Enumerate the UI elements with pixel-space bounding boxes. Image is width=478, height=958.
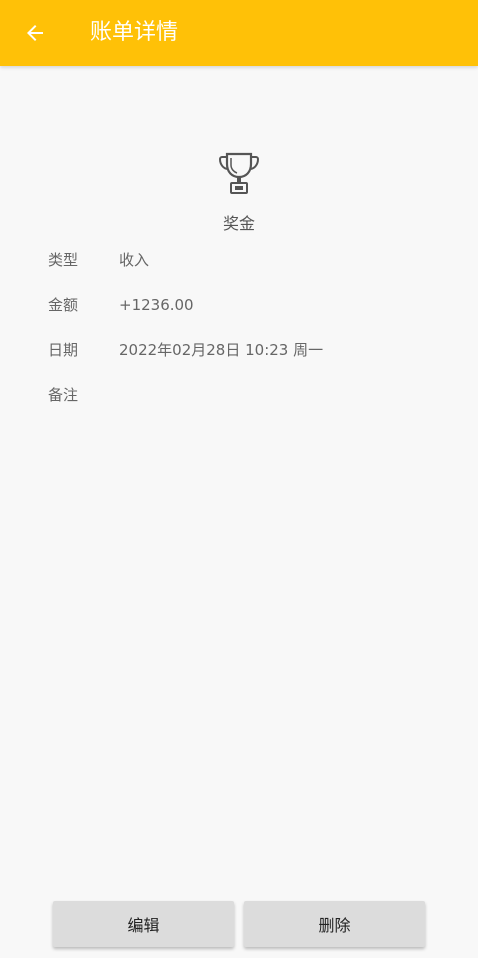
date-value: 2022年02月28日 10:23 周一: [119, 341, 324, 359]
type-label: 类型: [48, 251, 79, 269]
back-button[interactable]: [14, 12, 56, 54]
date-label: 日期: [48, 341, 79, 359]
amount-value: +1236.00: [119, 296, 194, 314]
detail-row-type: 类型 收入: [48, 249, 149, 271]
category-block: 奖金: [0, 150, 478, 234]
delete-button[interactable]: 删除: [244, 901, 425, 947]
detail-row-date: 日期 2022年02月28日 10:23 周一: [48, 339, 323, 361]
arrow-left-icon: [27, 25, 43, 41]
detail-row-note: 备注: [48, 384, 119, 406]
amount-label: 金额: [48, 296, 79, 314]
trophy-icon: [218, 152, 260, 194]
page-title: 账单详情: [90, 20, 179, 45]
edit-button[interactable]: 编辑: [53, 901, 234, 947]
type-value: 收入: [119, 251, 150, 269]
app-bar: 账单详情: [0, 0, 478, 66]
detail-row-amount: 金额 +1236.00: [48, 294, 194, 316]
category-label: 奖金: [222, 214, 255, 233]
note-label: 备注: [48, 386, 79, 404]
